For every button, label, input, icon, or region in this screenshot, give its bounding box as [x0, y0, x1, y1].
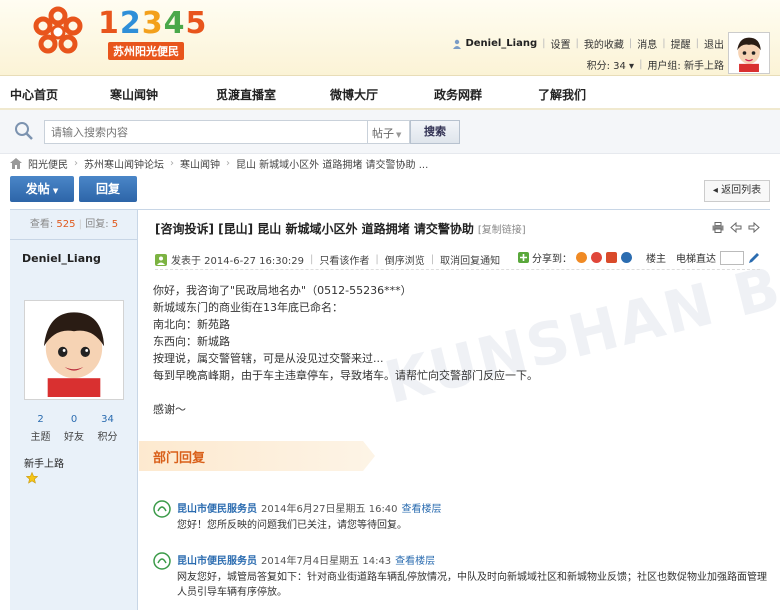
only-author-link[interactable]: 只看该作者 — [319, 252, 369, 267]
reply-dept-link[interactable]: 昆山市便民服务员 — [177, 556, 257, 567]
thread-stats: 查看: 525 | 回复: 5 — [10, 210, 138, 240]
share-weibo-icon[interactable] — [591, 252, 602, 263]
post-body: 你好，我咨询了"民政局地名办"（0512-55236***） 新城域东门的商业街… — [153, 284, 538, 416]
nav-weibo[interactable]: 微博大厅 — [330, 86, 378, 103]
view-floor-link[interactable]: 查看楼层 — [395, 556, 435, 567]
share-label: 分享到： — [532, 254, 572, 265]
dept-reply: 昆山市便民服务员 2014年7月4日星期五 14:43 查看楼层 网友您好，城管局答… — [153, 552, 767, 602]
post-meta-right: 分享到： 楼主 电梯直达 — [518, 250, 760, 265]
search-bar: 帖子▼ 搜索 — [0, 110, 780, 154]
breadcrumb: 阳光便民 › 苏州寒山闻钟论坛 › 寒山闻钟 › 昆山 新城域小区外 道路拥堵 … — [10, 155, 428, 171]
username-link[interactable]: Deniel_Liang — [465, 38, 537, 49]
chevron-down-icon: ▼ — [396, 131, 402, 139]
home-icon[interactable] — [10, 157, 22, 169]
post-title: [咨询投诉] [昆山] 昆山 新城域小区外 道路拥堵 请交警协助 [复制链接] — [155, 222, 526, 236]
nav-about[interactable]: 了解我们 — [538, 86, 586, 103]
service-logo-icon — [153, 552, 171, 570]
notifications-link[interactable]: 提醒 — [671, 36, 691, 51]
prev-thread-icon[interactable] — [730, 222, 742, 233]
floor-jump-input[interactable] — [720, 250, 744, 265]
topics-count[interactable]: 2 主题 — [24, 414, 57, 443]
print-icon[interactable] — [712, 222, 724, 233]
dept-reply: 昆山市便民服务员 2014年6月27日星期五 16:40 查看楼层 您好！您所反映的… — [153, 500, 763, 532]
floor-label: 楼主 — [646, 254, 666, 265]
new-post-button[interactable]: 发帖 ▼ — [10, 176, 74, 202]
logo-subtitle: 苏州阳光便民 — [108, 42, 184, 60]
copy-link[interactable]: [复制链接] — [478, 225, 526, 236]
messages-link[interactable]: 消息 — [637, 36, 657, 51]
next-thread-icon[interactable] — [748, 222, 760, 233]
avatar[interactable] — [728, 32, 770, 74]
post: 查看: 525 | 回复: 5 Deniel_Liang 2 主题 0 好友 34 积… — [10, 209, 780, 610]
breadcrumb-item[interactable]: 寒山闻钟 — [180, 156, 220, 171]
service-logo-icon — [153, 500, 171, 518]
user-stats: 积分: 34 ▾ | 用户组: 新手上路 — [586, 57, 724, 72]
reply-count: 5 — [111, 219, 119, 230]
nav-home[interactable]: 中心首页 — [10, 86, 58, 103]
friends-count[interactable]: 0 好友 — [58, 414, 91, 443]
author-sidebar: 查看: 525 | 回复: 5 Deniel_Liang 2 主题 0 好友 34 积… — [10, 210, 138, 610]
pen-icon[interactable] — [748, 252, 760, 264]
post-date: 发表于 2014-6-27 16:30:29 — [171, 256, 305, 267]
user-nav: Deniel_Liang | 设置 | 我的收藏 | 消息 | 提醒 | 退出 — [452, 36, 724, 51]
plus-icon — [518, 252, 529, 263]
reply-dept-link[interactable]: 昆山市便民服务员 — [177, 504, 257, 515]
title-tools — [712, 222, 760, 233]
nav-gov[interactable]: 政务网群 — [434, 86, 482, 103]
reply-text: 您好！您所反映的问题我们已关注，请您等待回复。 — [177, 520, 407, 531]
jump-label: 电梯直达 — [676, 254, 716, 265]
settings-link[interactable]: 设置 — [551, 36, 571, 51]
author-avatar[interactable] — [24, 300, 124, 400]
author-rank: 新手上路 — [24, 459, 64, 470]
star-icon — [26, 472, 38, 484]
nav-live[interactable]: 觅渡直播室 — [216, 86, 276, 103]
search-icon — [15, 122, 33, 140]
view-count: 525 — [56, 219, 76, 230]
breadcrumb-item[interactable]: 苏州寒山闻钟论坛 — [84, 156, 164, 171]
view-floor-link[interactable]: 查看楼层 — [402, 504, 442, 515]
logo-12345[interactable]: 12345 — [98, 6, 207, 41]
author-counts: 2 主题 0 好友 34 积分 — [24, 414, 124, 443]
site-header: 12345 苏州阳光便民 Deniel_Liang | 设置 | 我的收藏 | … — [0, 0, 780, 76]
share-tencent-icon[interactable] — [621, 252, 632, 263]
user-group-link[interactable]: 用户组: 新手上路 — [647, 57, 724, 72]
breadcrumb-item[interactable]: 阳光便民 — [28, 156, 68, 171]
search-type-select[interactable]: 帖子 ▼ — [368, 120, 410, 144]
breadcrumb-item[interactable]: 昆山 新城域小区外 道路拥堵 请交警协助 ... — [236, 156, 428, 171]
post-content: KUNSHAN BBS [咨询投诉] [昆山] 昆山 新城域小区外 道路拥堵 请… — [139, 210, 780, 610]
search-input[interactable] — [44, 120, 368, 144]
author-name[interactable]: Deniel_Liang — [22, 252, 101, 265]
favorites-link[interactable]: 我的收藏 — [584, 36, 624, 51]
person-icon — [453, 39, 462, 49]
points-count[interactable]: 34 积分 — [91, 414, 124, 443]
author-badge-icon — [155, 253, 167, 266]
reply-text: 网友您好，城管局答复如下：针对商业街道路车辆乱停放情况，中队及时向新城域社区和新… — [177, 572, 767, 598]
dept-reply-banner: 部门回复 — [139, 441, 377, 471]
cancel-notify-link[interactable]: 取消回复通知 — [440, 252, 500, 267]
back-to-list-button[interactable]: ◂ 返回列表 — [704, 180, 770, 202]
chevron-down-icon: ▼ — [52, 187, 59, 195]
flower-logo-icon — [33, 6, 83, 54]
dept-reply-label: 部门回复 — [153, 451, 206, 466]
points-dropdown[interactable]: 积分: 34 ▾ — [587, 57, 634, 72]
reply-button[interactable]: 回复 — [79, 176, 137, 202]
main-nav: 中心首页 寒山闻钟 觅渡直播室 微博大厅 政务网群 了解我们 — [0, 76, 780, 110]
nav-hanshan[interactable]: 寒山闻钟 — [110, 86, 158, 103]
share-qzone-icon[interactable] — [576, 252, 587, 263]
logout-link[interactable]: 退出 — [704, 36, 724, 51]
reverse-order-link[interactable]: 倒序浏览 — [385, 252, 425, 267]
search-button[interactable]: 搜索 — [410, 120, 460, 144]
share-renren-icon[interactable] — [606, 252, 617, 263]
